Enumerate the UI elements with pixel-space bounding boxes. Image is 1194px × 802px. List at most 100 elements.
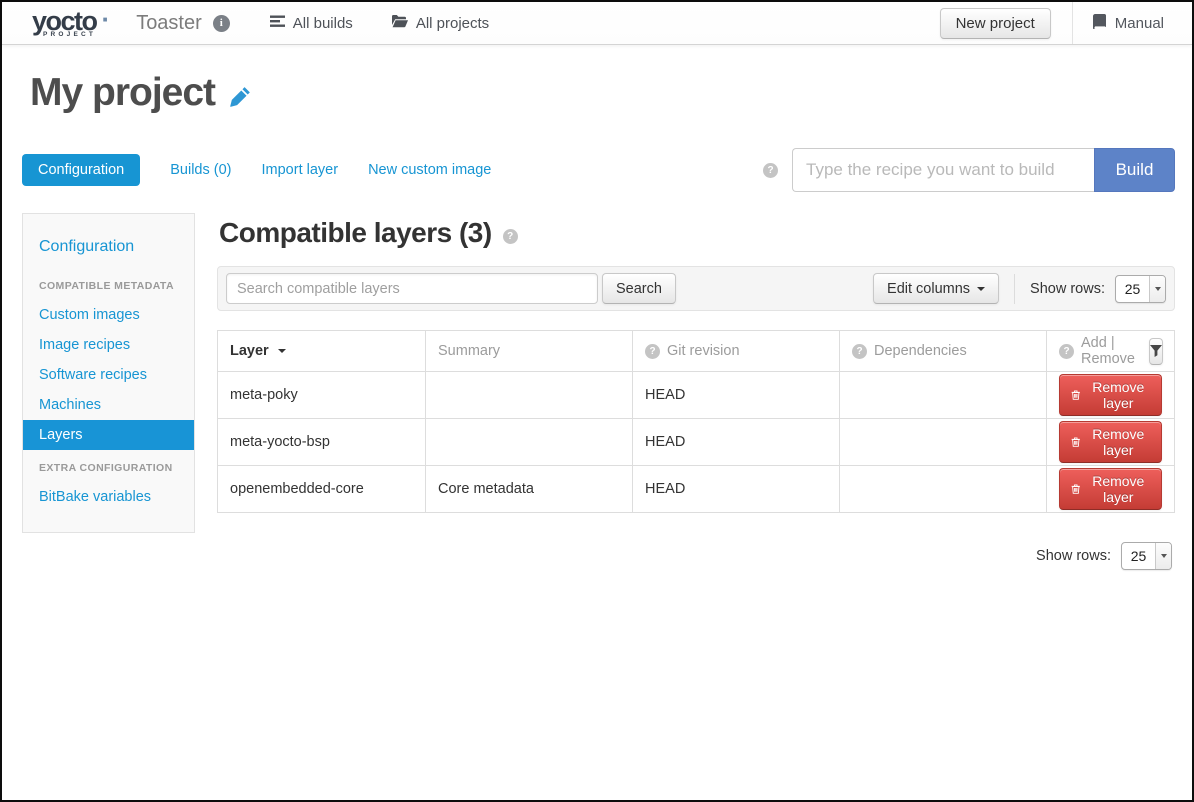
list-icon xyxy=(270,14,285,33)
top-navbar: yocto PROJECT · Toaster i All builds All… xyxy=(2,2,1192,45)
navbar-right: New project Manual xyxy=(940,2,1192,44)
all-builds-link[interactable]: All builds xyxy=(270,14,353,33)
edit-project-name-icon[interactable] xyxy=(230,86,251,112)
dependencies-cell xyxy=(840,419,1047,466)
page-title-row: My project xyxy=(30,71,1175,115)
folder-open-icon xyxy=(391,14,408,32)
show-rows-value: 25 xyxy=(1122,548,1155,564)
sidebar-item-software-recipes[interactable]: Software recipes xyxy=(23,360,194,390)
sidebar-item-layers[interactable]: Layers xyxy=(23,420,194,450)
all-builds-label: All builds xyxy=(293,15,353,32)
summary-cell xyxy=(426,419,633,466)
column-header-dependencies[interactable]: ?Dependencies xyxy=(840,331,1047,372)
action-cell: Remove layer xyxy=(1047,466,1175,513)
page-body: My project Configuration Builds (0) Impo… xyxy=(2,71,1192,570)
show-rows-select[interactable]: 25 xyxy=(1115,275,1166,303)
show-rows-select-bottom[interactable]: 25 xyxy=(1121,542,1172,570)
show-rows-label: Show rows: xyxy=(1036,548,1111,564)
tab-import-layer[interactable]: Import layer xyxy=(262,162,339,178)
navbar-divider xyxy=(1072,2,1073,44)
show-rows-label: Show rows: xyxy=(1030,281,1105,297)
dependencies-help-icon[interactable]: ? xyxy=(852,344,867,359)
tab-builds[interactable]: Builds (0) xyxy=(170,162,231,178)
remove-layer-button[interactable]: Remove layer xyxy=(1059,468,1162,510)
chevron-down-icon xyxy=(977,287,985,291)
main-panel: Compatible layers (3) ? Search Edit colu… xyxy=(217,213,1175,570)
select-caret-icon xyxy=(1155,543,1171,569)
table-row: openembedded-core Core metadata HEAD Rem… xyxy=(218,466,1175,513)
config-sidebar: Configuration COMPATIBLE METADATA Custom… xyxy=(22,213,195,533)
build-recipe-input[interactable] xyxy=(792,148,1094,192)
search-button[interactable]: Search xyxy=(602,273,676,304)
page-title: My project xyxy=(30,71,215,115)
manual-link[interactable]: Manual xyxy=(1092,14,1164,33)
manual-label: Manual xyxy=(1115,15,1164,32)
search-input[interactable] xyxy=(226,273,598,304)
footer-rows-control: Show rows: 25 xyxy=(217,542,1175,570)
sidebar-item-machines[interactable]: Machines xyxy=(23,390,194,420)
action-cell: Remove layer xyxy=(1047,372,1175,419)
summary-cell xyxy=(426,372,633,419)
navbar-links: All builds All projects xyxy=(270,14,489,33)
build-button[interactable]: Build xyxy=(1094,148,1175,192)
remove-layer-button[interactable]: Remove layer xyxy=(1059,374,1162,416)
table-row: meta-poky HEAD Remove layer xyxy=(218,372,1175,419)
dependencies-cell xyxy=(840,372,1047,419)
funnel-icon xyxy=(1150,345,1162,357)
main-heading-row: Compatible layers (3) ? xyxy=(219,217,1175,249)
remove-layer-button[interactable]: Remove layer xyxy=(1059,421,1162,463)
all-projects-link[interactable]: All projects xyxy=(391,14,489,32)
column-header-summary[interactable]: Summary xyxy=(426,331,633,372)
dependencies-cell xyxy=(840,466,1047,513)
add-remove-help-icon[interactable]: ? xyxy=(1059,344,1074,359)
build-help-icon[interactable]: ? xyxy=(763,163,778,178)
content-area: Configuration COMPATIBLE METADATA Custom… xyxy=(22,213,1175,570)
sidebar-item-bitbake-variables[interactable]: BitBake variables xyxy=(23,482,194,512)
tab-configuration[interactable]: Configuration xyxy=(22,154,140,186)
sidebar-heading-compatible-metadata: COMPATIBLE METADATA xyxy=(23,268,194,300)
new-project-button[interactable]: New project xyxy=(940,8,1051,39)
sidebar-item-configuration[interactable]: Configuration xyxy=(23,230,194,268)
compatible-layers-table: Layer Summary ?Git revision ?Dependencie… xyxy=(217,330,1175,513)
trash-icon xyxy=(1071,482,1081,496)
tab-new-custom-image[interactable]: New custom image xyxy=(368,162,491,178)
git-revision-cell: HEAD xyxy=(633,419,840,466)
trash-icon xyxy=(1071,388,1081,402)
project-tabs: Configuration Builds (0) Import layer Ne… xyxy=(22,154,491,186)
git-revision-cell: HEAD xyxy=(633,466,840,513)
table-toolbar: Search Edit columns Show rows: 25 xyxy=(217,266,1175,311)
layer-name-cell[interactable]: meta-yocto-bsp xyxy=(218,419,426,466)
build-widget: ? Build xyxy=(763,148,1175,192)
git-revision-help-icon[interactable]: ? xyxy=(645,344,660,359)
app-title: Toaster xyxy=(136,12,202,35)
show-rows-value: 25 xyxy=(1116,281,1149,297)
page-section-title: Compatible layers (3) xyxy=(219,217,492,249)
column-header-layer[interactable]: Layer xyxy=(218,331,426,372)
yocto-logo[interactable]: yocto PROJECT · xyxy=(32,8,110,39)
summary-cell: Core metadata xyxy=(426,466,633,513)
sort-caret-icon xyxy=(278,349,286,353)
app-window: yocto PROJECT · Toaster i All builds All… xyxy=(0,0,1194,802)
layer-name-cell[interactable]: meta-poky xyxy=(218,372,426,419)
select-caret-icon xyxy=(1149,276,1165,302)
table-row: meta-yocto-bsp HEAD Remove layer xyxy=(218,419,1175,466)
tabs-row: Configuration Builds (0) Import layer Ne… xyxy=(22,148,1175,192)
action-cell: Remove layer xyxy=(1047,419,1175,466)
sidebar-heading-extra-configuration: EXTRA CONFIGURATION xyxy=(23,450,194,482)
book-icon xyxy=(1092,14,1107,33)
table-header-row: Layer Summary ?Git revision ?Dependencie… xyxy=(218,331,1175,372)
sidebar-item-custom-images[interactable]: Custom images xyxy=(23,300,194,330)
git-revision-cell: HEAD xyxy=(633,372,840,419)
column-header-git-revision[interactable]: ?Git revision xyxy=(633,331,840,372)
column-header-add-remove[interactable]: ? Add | Remove xyxy=(1047,331,1175,372)
edit-columns-button[interactable]: Edit columns xyxy=(873,273,999,304)
layers-help-icon[interactable]: ? xyxy=(503,229,518,244)
all-projects-label: All projects xyxy=(416,15,489,32)
brand-subtitle: PROJECT xyxy=(32,32,97,39)
filter-button[interactable] xyxy=(1149,338,1163,365)
toolbar-divider xyxy=(1014,274,1015,304)
trash-icon xyxy=(1071,435,1081,449)
layer-name-cell[interactable]: openembedded-core xyxy=(218,466,426,513)
sidebar-item-image-recipes[interactable]: Image recipes xyxy=(23,330,194,360)
info-icon[interactable]: i xyxy=(213,15,230,32)
